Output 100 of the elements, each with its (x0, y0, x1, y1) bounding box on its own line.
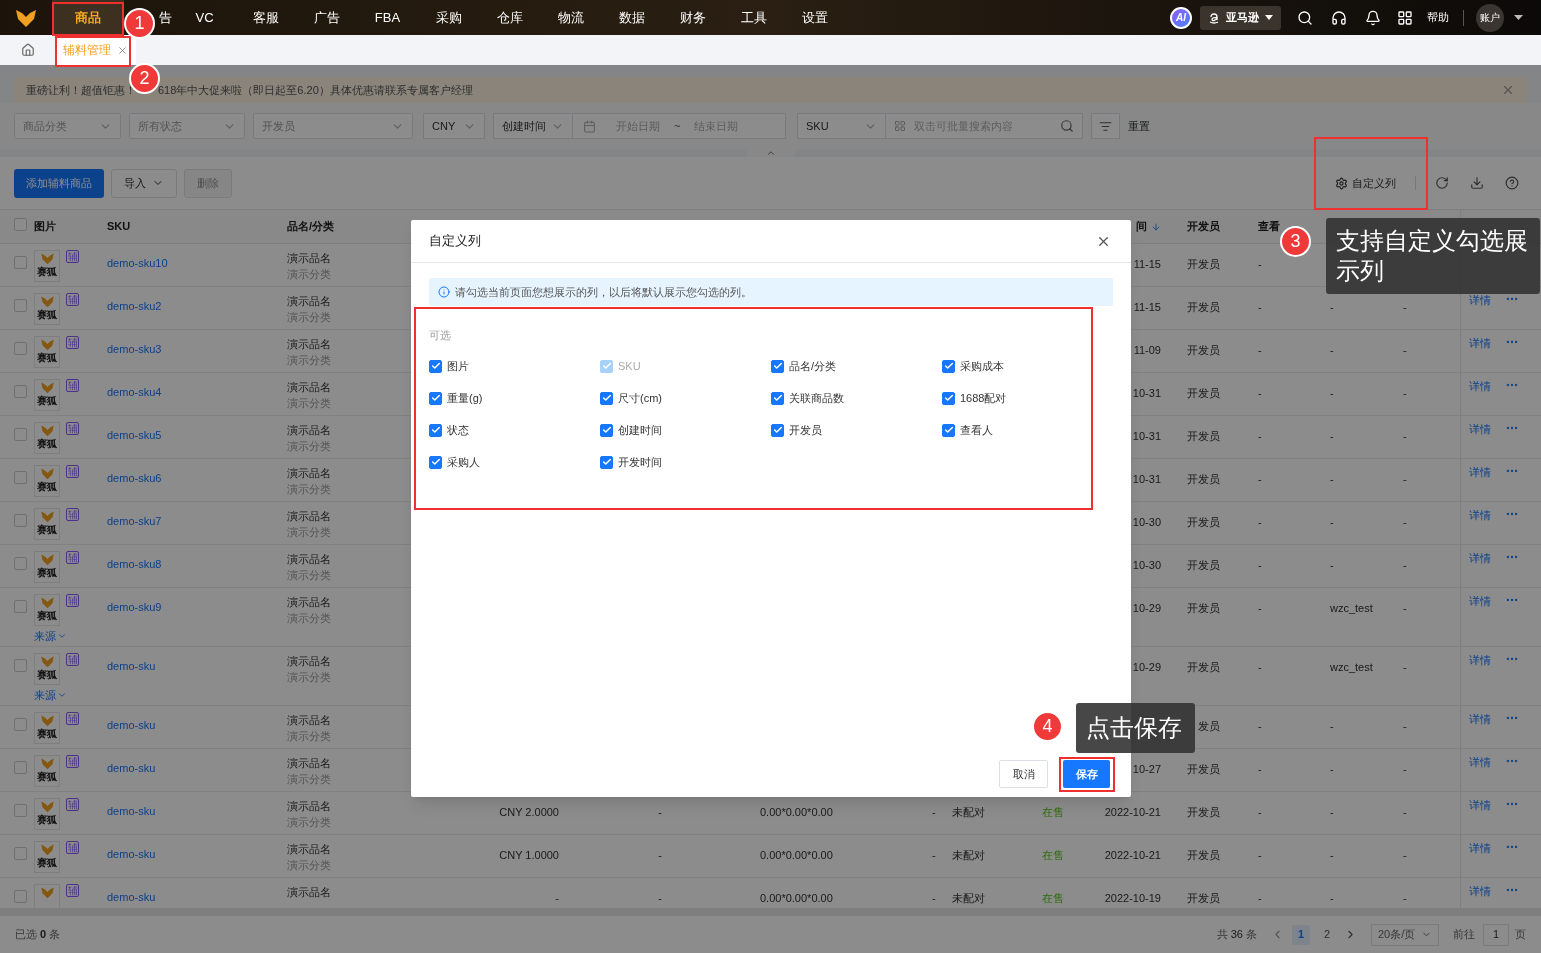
checkbox[interactable] (14, 761, 27, 774)
checkbox[interactable] (14, 659, 27, 672)
column-option[interactable]: 查看人 (942, 422, 1113, 438)
ai-badge[interactable]: AI (1170, 6, 1192, 29)
details-link[interactable]: 详情 (1469, 378, 1491, 394)
caret-down-icon[interactable] (1514, 14, 1523, 21)
checkbox[interactable] (14, 557, 27, 570)
sku-link[interactable]: demo-sku (107, 660, 156, 672)
column-option[interactable]: 创建时间 (600, 422, 771, 438)
sku-link[interactable]: demo-sku5 (107, 429, 162, 441)
column-option[interactable]: 采购人 (429, 454, 600, 470)
column-option[interactable]: 状态 (429, 422, 600, 438)
sku-link[interactable]: demo-sku10 (107, 257, 168, 269)
page-size-select[interactable]: 20条/页 (1371, 923, 1439, 946)
help-link[interactable]: 帮助 (1427, 9, 1449, 26)
home-icon[interactable] (21, 43, 35, 57)
nav-item[interactable]: 告 (156, 0, 174, 35)
nav-item[interactable]: 设置 (784, 0, 845, 35)
checkbox[interactable] (14, 385, 27, 398)
checkbox[interactable] (14, 847, 27, 860)
nav-item[interactable]: VC (174, 0, 235, 35)
details-link[interactable]: 详情 (1469, 292, 1491, 308)
column-option[interactable]: 图片 (429, 358, 600, 374)
details-link[interactable]: 详情 (1469, 464, 1491, 480)
sku-link[interactable]: demo-sku9 (107, 601, 162, 613)
nav-item[interactable]: 广告 (296, 0, 357, 35)
store-selector[interactable]: 亚马逊 (1200, 5, 1281, 30)
column-option[interactable]: 品名/分类 (771, 358, 942, 374)
details-link[interactable]: 详情 (1469, 652, 1491, 668)
save-button[interactable]: 保存 (1063, 760, 1110, 788)
headset-icon[interactable] (1331, 9, 1347, 26)
reset-link[interactable]: 重置 (1128, 117, 1150, 135)
search-icon[interactable] (1297, 9, 1313, 26)
cancel-button[interactable]: 取消 (999, 760, 1048, 788)
details-link[interactable]: 详情 (1469, 550, 1491, 566)
sku-link[interactable]: demo-sku6 (107, 472, 162, 484)
apps-grid-icon[interactable] (1397, 9, 1413, 26)
sku-link[interactable]: demo-sku (107, 719, 156, 731)
details-link[interactable]: 详情 (1469, 754, 1491, 770)
goto-page-input[interactable]: 1 (1483, 923, 1509, 946)
source-toggle[interactable]: 来源 (34, 687, 107, 704)
collapse-handle[interactable] (746, 149, 795, 157)
checkbox[interactable] (14, 256, 27, 269)
sku-link[interactable]: demo-sku (107, 848, 156, 860)
nav-item[interactable]: FBA (357, 0, 418, 35)
details-link[interactable]: 详情 (1469, 507, 1491, 523)
sku-link[interactable]: demo-sku8 (107, 558, 162, 570)
column-option[interactable]: 开发员 (771, 422, 942, 438)
checkbox[interactable] (14, 299, 27, 312)
column-option[interactable]: 开发时间 (600, 454, 771, 470)
checkbox[interactable] (14, 217, 27, 231)
download-icon[interactable] (1470, 176, 1484, 190)
nav-item[interactable]: 客服 (235, 0, 296, 35)
column-option[interactable]: 尺寸(cm) (600, 390, 771, 406)
details-link[interactable]: 详情 (1469, 421, 1491, 437)
sku-link[interactable]: demo-sku (107, 805, 156, 817)
date-type-select[interactable]: 创建时间 (493, 113, 573, 139)
sku-link[interactable]: demo-sku7 (107, 515, 162, 527)
checkbox[interactable] (14, 342, 27, 355)
filter-button[interactable] (1091, 113, 1120, 139)
toolbar-button[interactable]: 导入 (111, 168, 177, 198)
account-avatar[interactable]: 账户 (1476, 3, 1504, 32)
nav-item[interactable]: 财务 (662, 0, 723, 35)
refresh-icon[interactable] (1435, 176, 1449, 190)
details-link[interactable]: 详情 (1469, 593, 1491, 609)
source-toggle[interactable]: 来源 (34, 628, 107, 645)
sort-arrow-icon[interactable] (1151, 221, 1161, 232)
page-button[interactable]: 2 (1318, 924, 1336, 945)
nav-item[interactable]: 仓库 (479, 0, 540, 35)
column-option[interactable]: 1688配对 (942, 390, 1113, 406)
column-option[interactable]: 重量(g) (429, 390, 600, 406)
help-icon[interactable] (1505, 176, 1519, 190)
sku-link[interactable]: demo-sku (107, 762, 156, 774)
checkbox[interactable] (14, 514, 27, 527)
checkbox[interactable] (14, 428, 27, 441)
nav-item[interactable]: 采购 (418, 0, 479, 35)
checkbox[interactable] (14, 471, 27, 484)
checkbox[interactable] (14, 890, 27, 903)
page-button[interactable]: 1 (1292, 924, 1310, 945)
nav-item[interactable]: 数据 (601, 0, 662, 35)
checkbox[interactable] (14, 600, 27, 613)
close-icon[interactable] (117, 44, 128, 56)
search-field-select[interactable]: SKU (797, 113, 886, 139)
details-link[interactable]: 详情 (1469, 711, 1491, 727)
column-option[interactable]: 关联商品数 (771, 390, 942, 406)
nav-item[interactable]: 物流 (540, 0, 601, 35)
checkbox[interactable] (14, 718, 27, 731)
details-link[interactable]: 详情 (1469, 797, 1491, 813)
sku-link[interactable]: demo-sku3 (107, 343, 162, 355)
bell-icon[interactable] (1365, 9, 1381, 26)
custom-columns-button[interactable]: 自定义列 (1335, 174, 1396, 192)
sku-link[interactable]: demo-sku (107, 891, 156, 903)
details-link[interactable]: 详情 (1469, 883, 1491, 899)
currency-select[interactable]: CNY (423, 113, 485, 139)
details-link[interactable]: 详情 (1469, 840, 1491, 856)
nav-item[interactable]: 工具 (723, 0, 784, 35)
column-option[interactable]: 采购成本 (942, 358, 1113, 374)
sku-link[interactable]: demo-sku4 (107, 386, 162, 398)
toolbar-button[interactable]: 添加辅料商品 (14, 168, 104, 198)
details-link[interactable]: 详情 (1469, 335, 1491, 351)
